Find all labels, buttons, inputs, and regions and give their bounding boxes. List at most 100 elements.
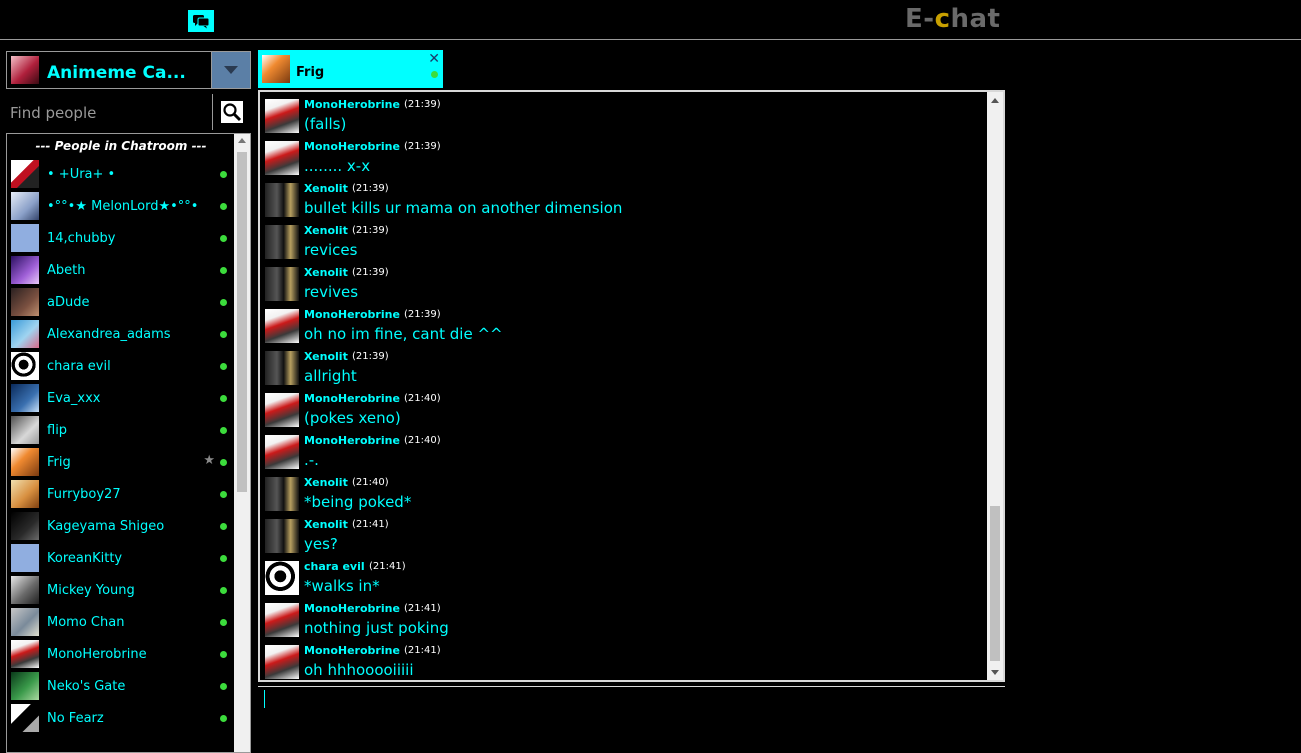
chevron-down-icon <box>224 66 238 74</box>
user-name: • +Ura+ • <box>47 167 116 182</box>
message-author[interactable]: MonoHerobrine <box>304 392 400 405</box>
message-log-scrollbar[interactable] <box>987 92 1003 680</box>
people-list-item[interactable]: KoreanKitty <box>7 543 235 575</box>
message-author[interactable]: Xenolit <box>304 182 348 195</box>
people-list-header: --- People in Chatroom --- <box>35 139 207 153</box>
people-list-item[interactable]: • +Ura+ • <box>7 159 235 191</box>
message-avatar[interactable] <box>265 99 299 133</box>
message-author[interactable]: Xenolit <box>304 476 348 489</box>
message-timestamp: (21:41) <box>369 561 406 572</box>
people-list-item[interactable]: MonoHerobrine <box>7 639 235 671</box>
message-text: *being poked* <box>304 493 412 511</box>
message-author[interactable]: Xenolit <box>304 518 348 531</box>
scroll-up-arrow-icon[interactable] <box>991 98 999 103</box>
chat-message: MonoHerobrine (21:39) ........ x-x <box>260 136 985 178</box>
scrollbar-thumb[interactable] <box>237 152 247 492</box>
message-timestamp: (21:39) <box>404 141 441 152</box>
message-avatar[interactable] <box>265 393 299 427</box>
people-list-item[interactable]: Neko's Gate <box>7 671 235 703</box>
user-avatar <box>11 576 39 604</box>
message-avatar[interactable] <box>265 477 299 511</box>
people-list-item[interactable]: No Fearz <box>7 703 235 735</box>
message-author[interactable]: Xenolit <box>304 266 348 279</box>
message-author[interactable]: MonoHerobrine <box>304 140 400 153</box>
message-avatar[interactable] <box>265 561 299 595</box>
message-author[interactable]: MonoHerobrine <box>304 308 400 321</box>
people-list-item[interactable]: 14,chubby <box>7 223 235 255</box>
room-selector[interactable]: Animeme Ca... <box>6 51 251 89</box>
user-name: Furryboy27 <box>47 487 121 502</box>
user-avatar <box>11 320 39 348</box>
message-text: yes? <box>304 535 338 553</box>
find-people-input[interactable] <box>6 98 214 128</box>
message-avatar[interactable] <box>265 141 299 175</box>
online-status-dot <box>220 491 227 498</box>
online-status-dot <box>220 683 227 690</box>
room-dropdown-button[interactable] <box>211 52 250 88</box>
message-author[interactable]: chara evil <box>304 560 365 573</box>
user-name: Mickey Young <box>47 583 135 598</box>
message-input[interactable] <box>262 689 1006 715</box>
online-status-dot <box>220 395 227 402</box>
message-author[interactable]: MonoHerobrine <box>304 98 400 111</box>
user-name: 14,chubby <box>47 231 116 246</box>
message-author[interactable]: Xenolit <box>304 224 348 237</box>
people-list-item[interactable]: Abeth <box>7 255 235 287</box>
message-text: (pokes xeno) <box>304 409 401 427</box>
user-avatar <box>11 672 39 700</box>
chat-toggle-button[interactable] <box>188 10 214 32</box>
message-avatar[interactable] <box>265 267 299 301</box>
user-name: MonoHerobrine <box>47 647 147 662</box>
close-icon[interactable]: ✕ <box>428 51 440 67</box>
chat-message: MonoHerobrine (21:41) nothing just poking <box>260 598 985 640</box>
user-name: Abeth <box>47 263 86 278</box>
people-list-scrollbar[interactable] <box>234 134 250 752</box>
message-avatar[interactable] <box>265 183 299 217</box>
search-button[interactable] <box>212 94 251 130</box>
user-avatar <box>11 288 39 316</box>
people-list-item[interactable]: flip <box>7 415 235 447</box>
scroll-up-arrow-icon[interactable] <box>238 138 246 143</box>
chat-message: MonoHerobrine (21:40) .-. <box>260 430 985 472</box>
online-status-dot <box>220 523 227 530</box>
user-avatar <box>11 640 39 668</box>
people-list-item[interactable]: •°°•★ MelonLord★•°°• <box>7 191 235 223</box>
message-text: *walks in* <box>304 577 380 595</box>
favorite-star-icon[interactable]: ★ <box>203 453 215 468</box>
chat-tab-frig[interactable]: Frig ✕ <box>258 50 443 88</box>
message-author[interactable]: MonoHerobrine <box>304 434 400 447</box>
people-list-item[interactable]: Momo Chan <box>7 607 235 639</box>
message-timestamp: (21:41) <box>404 645 441 656</box>
message-avatar[interactable] <box>265 435 299 469</box>
message-avatar[interactable] <box>265 603 299 637</box>
people-list-item[interactable]: Alexandrea_adams <box>7 319 235 351</box>
e-chat-logo[interactable]: E-chat <box>905 4 1000 34</box>
people-list-item[interactable]: Frig ★ <box>7 447 235 479</box>
message-timestamp: (21:39) <box>404 309 441 320</box>
message-avatar[interactable] <box>265 519 299 553</box>
people-list-item[interactable]: Kageyama Shigeo <box>7 511 235 543</box>
scroll-down-arrow-icon[interactable] <box>991 670 999 675</box>
message-avatar[interactable] <box>265 645 299 679</box>
message-avatar[interactable] <box>265 225 299 259</box>
message-avatar[interactable] <box>265 351 299 385</box>
people-list-item[interactable]: Eva_xxx <box>7 383 235 415</box>
message-author[interactable]: MonoHerobrine <box>304 602 400 615</box>
search-icon <box>221 101 243 123</box>
user-name: KoreanKitty <box>47 551 123 566</box>
people-list-item[interactable]: chara evil <box>7 351 235 383</box>
user-name: Momo Chan <box>47 615 125 630</box>
chat-message: Xenolit (21:39) revices <box>260 220 985 262</box>
user-avatar <box>11 416 39 444</box>
message-author[interactable]: Xenolit <box>304 350 348 363</box>
people-list-item[interactable]: Mickey Young <box>7 575 235 607</box>
user-name: No Fearz <box>47 711 104 726</box>
message-avatar[interactable] <box>265 309 299 343</box>
scrollbar-thumb[interactable] <box>990 506 1000 661</box>
user-name: Frig <box>47 455 71 470</box>
people-list-item[interactable]: aDude <box>7 287 235 319</box>
people-list-item[interactable]: Furryboy27 <box>7 479 235 511</box>
message-author[interactable]: MonoHerobrine <box>304 644 400 657</box>
people-list-panel: --- People in Chatroom --- • +Ura+ • •°°•… <box>6 133 251 753</box>
message-timestamp: (21:39) <box>352 351 389 362</box>
